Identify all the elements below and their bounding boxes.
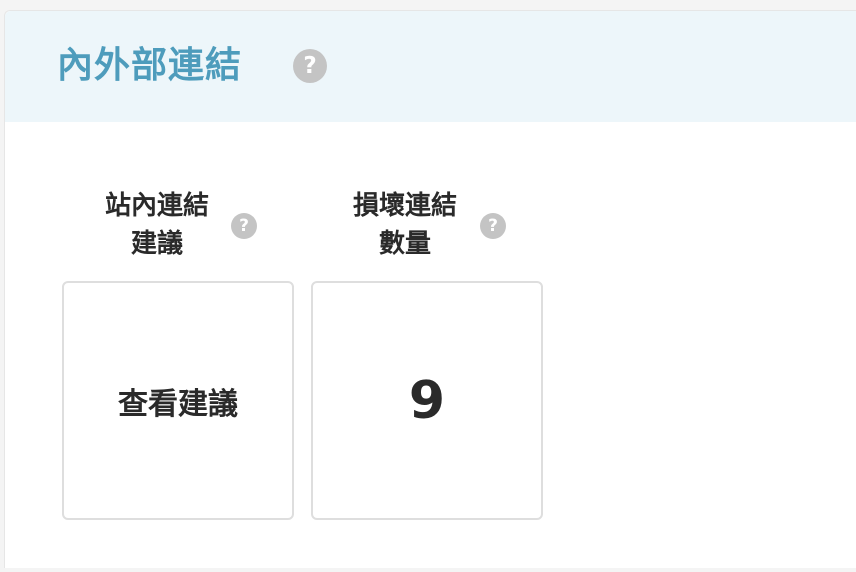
metric-label-line1: 站內連結 [104, 191, 209, 221]
metric-label-line2: 建議 [130, 229, 183, 259]
links-panel: 內外部連結 ? 站內連結 建議 ? 查看建議 損壞連結 數量 ? 9 [4, 10, 856, 568]
view-suggestions-button[interactable]: 查看建議 [62, 281, 294, 520]
broken-links-count: 9 [408, 370, 446, 431]
metric-label-line2: 數量 [378, 229, 431, 259]
help-glyph: ? [303, 53, 317, 79]
question-circle-icon[interactable]: ? [480, 213, 506, 239]
section-title: 內外部連結 [57, 45, 243, 86]
question-circle-icon[interactable]: ? [293, 49, 327, 83]
metric-label-broken-links: 損壞連結 數量 [315, 187, 495, 263]
panel-header: 內外部連結 ? [5, 11, 856, 122]
metric-label-line1: 損壞連結 [352, 191, 457, 221]
metric-label-internal-links: 站內連結 建議 [67, 187, 247, 263]
help-glyph: ? [239, 216, 249, 236]
question-circle-icon[interactable]: ? [231, 213, 257, 239]
help-glyph: ? [488, 216, 498, 236]
view-suggestions-label: 查看建議 [118, 386, 238, 422]
broken-links-count-box: 9 [311, 281, 543, 520]
